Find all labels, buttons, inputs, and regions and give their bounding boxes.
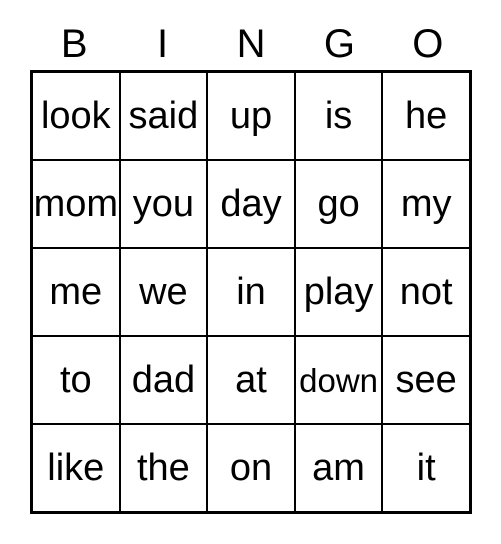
bingo-cell[interactable]: like <box>33 425 121 511</box>
bingo-cell[interactable]: my <box>383 161 469 247</box>
bingo-cell[interactable]: in <box>208 249 296 335</box>
bingo-row: look said up is he <box>33 73 469 161</box>
bingo-cell[interactable]: dad <box>121 337 209 423</box>
bingo-row: like the on am it <box>33 425 469 511</box>
bingo-header-letter-o: O <box>412 22 444 66</box>
bingo-cell[interactable]: down <box>296 337 384 423</box>
bingo-cell[interactable]: at <box>208 337 296 423</box>
bingo-card: B I N G O look said up is he mom you day… <box>0 0 501 544</box>
bingo-cell[interactable]: day <box>208 161 296 247</box>
bingo-row: me we in play not <box>33 249 469 337</box>
bingo-cell[interactable]: go <box>296 161 384 247</box>
bingo-header-letter-b: B <box>60 22 88 66</box>
bingo-row: mom you day go my <box>33 161 469 249</box>
bingo-cell[interactable]: play <box>296 249 384 335</box>
bingo-cell[interactable]: am <box>296 425 384 511</box>
bingo-cell[interactable]: mom <box>33 161 121 247</box>
bingo-cell[interactable]: said <box>121 73 209 159</box>
bingo-cell[interactable]: not <box>383 249 469 335</box>
bingo-cell[interactable]: you <box>121 161 209 247</box>
bingo-cell[interactable]: he <box>383 73 469 159</box>
bingo-header-letter-i: I <box>157 22 169 66</box>
bingo-cell[interactable]: to <box>33 337 121 423</box>
bingo-header-row: B I N G O <box>30 20 472 68</box>
bingo-cell[interactable]: me <box>33 249 121 335</box>
bingo-cell[interactable]: it <box>383 425 469 511</box>
bingo-header-letter-g: G <box>323 22 355 66</box>
bingo-cell[interactable]: the <box>121 425 209 511</box>
bingo-cell[interactable]: we <box>121 249 209 335</box>
bingo-grid: look said up is he mom you day go my me … <box>30 70 472 514</box>
bingo-row: to dad at down see <box>33 337 469 425</box>
bingo-cell[interactable]: up <box>208 73 296 159</box>
bingo-header-letter-n: N <box>236 22 266 66</box>
bingo-cell[interactable]: see <box>383 337 469 423</box>
bingo-cell[interactable]: look <box>33 73 121 159</box>
bingo-cell[interactable]: on <box>208 425 296 511</box>
bingo-cell[interactable]: is <box>296 73 384 159</box>
